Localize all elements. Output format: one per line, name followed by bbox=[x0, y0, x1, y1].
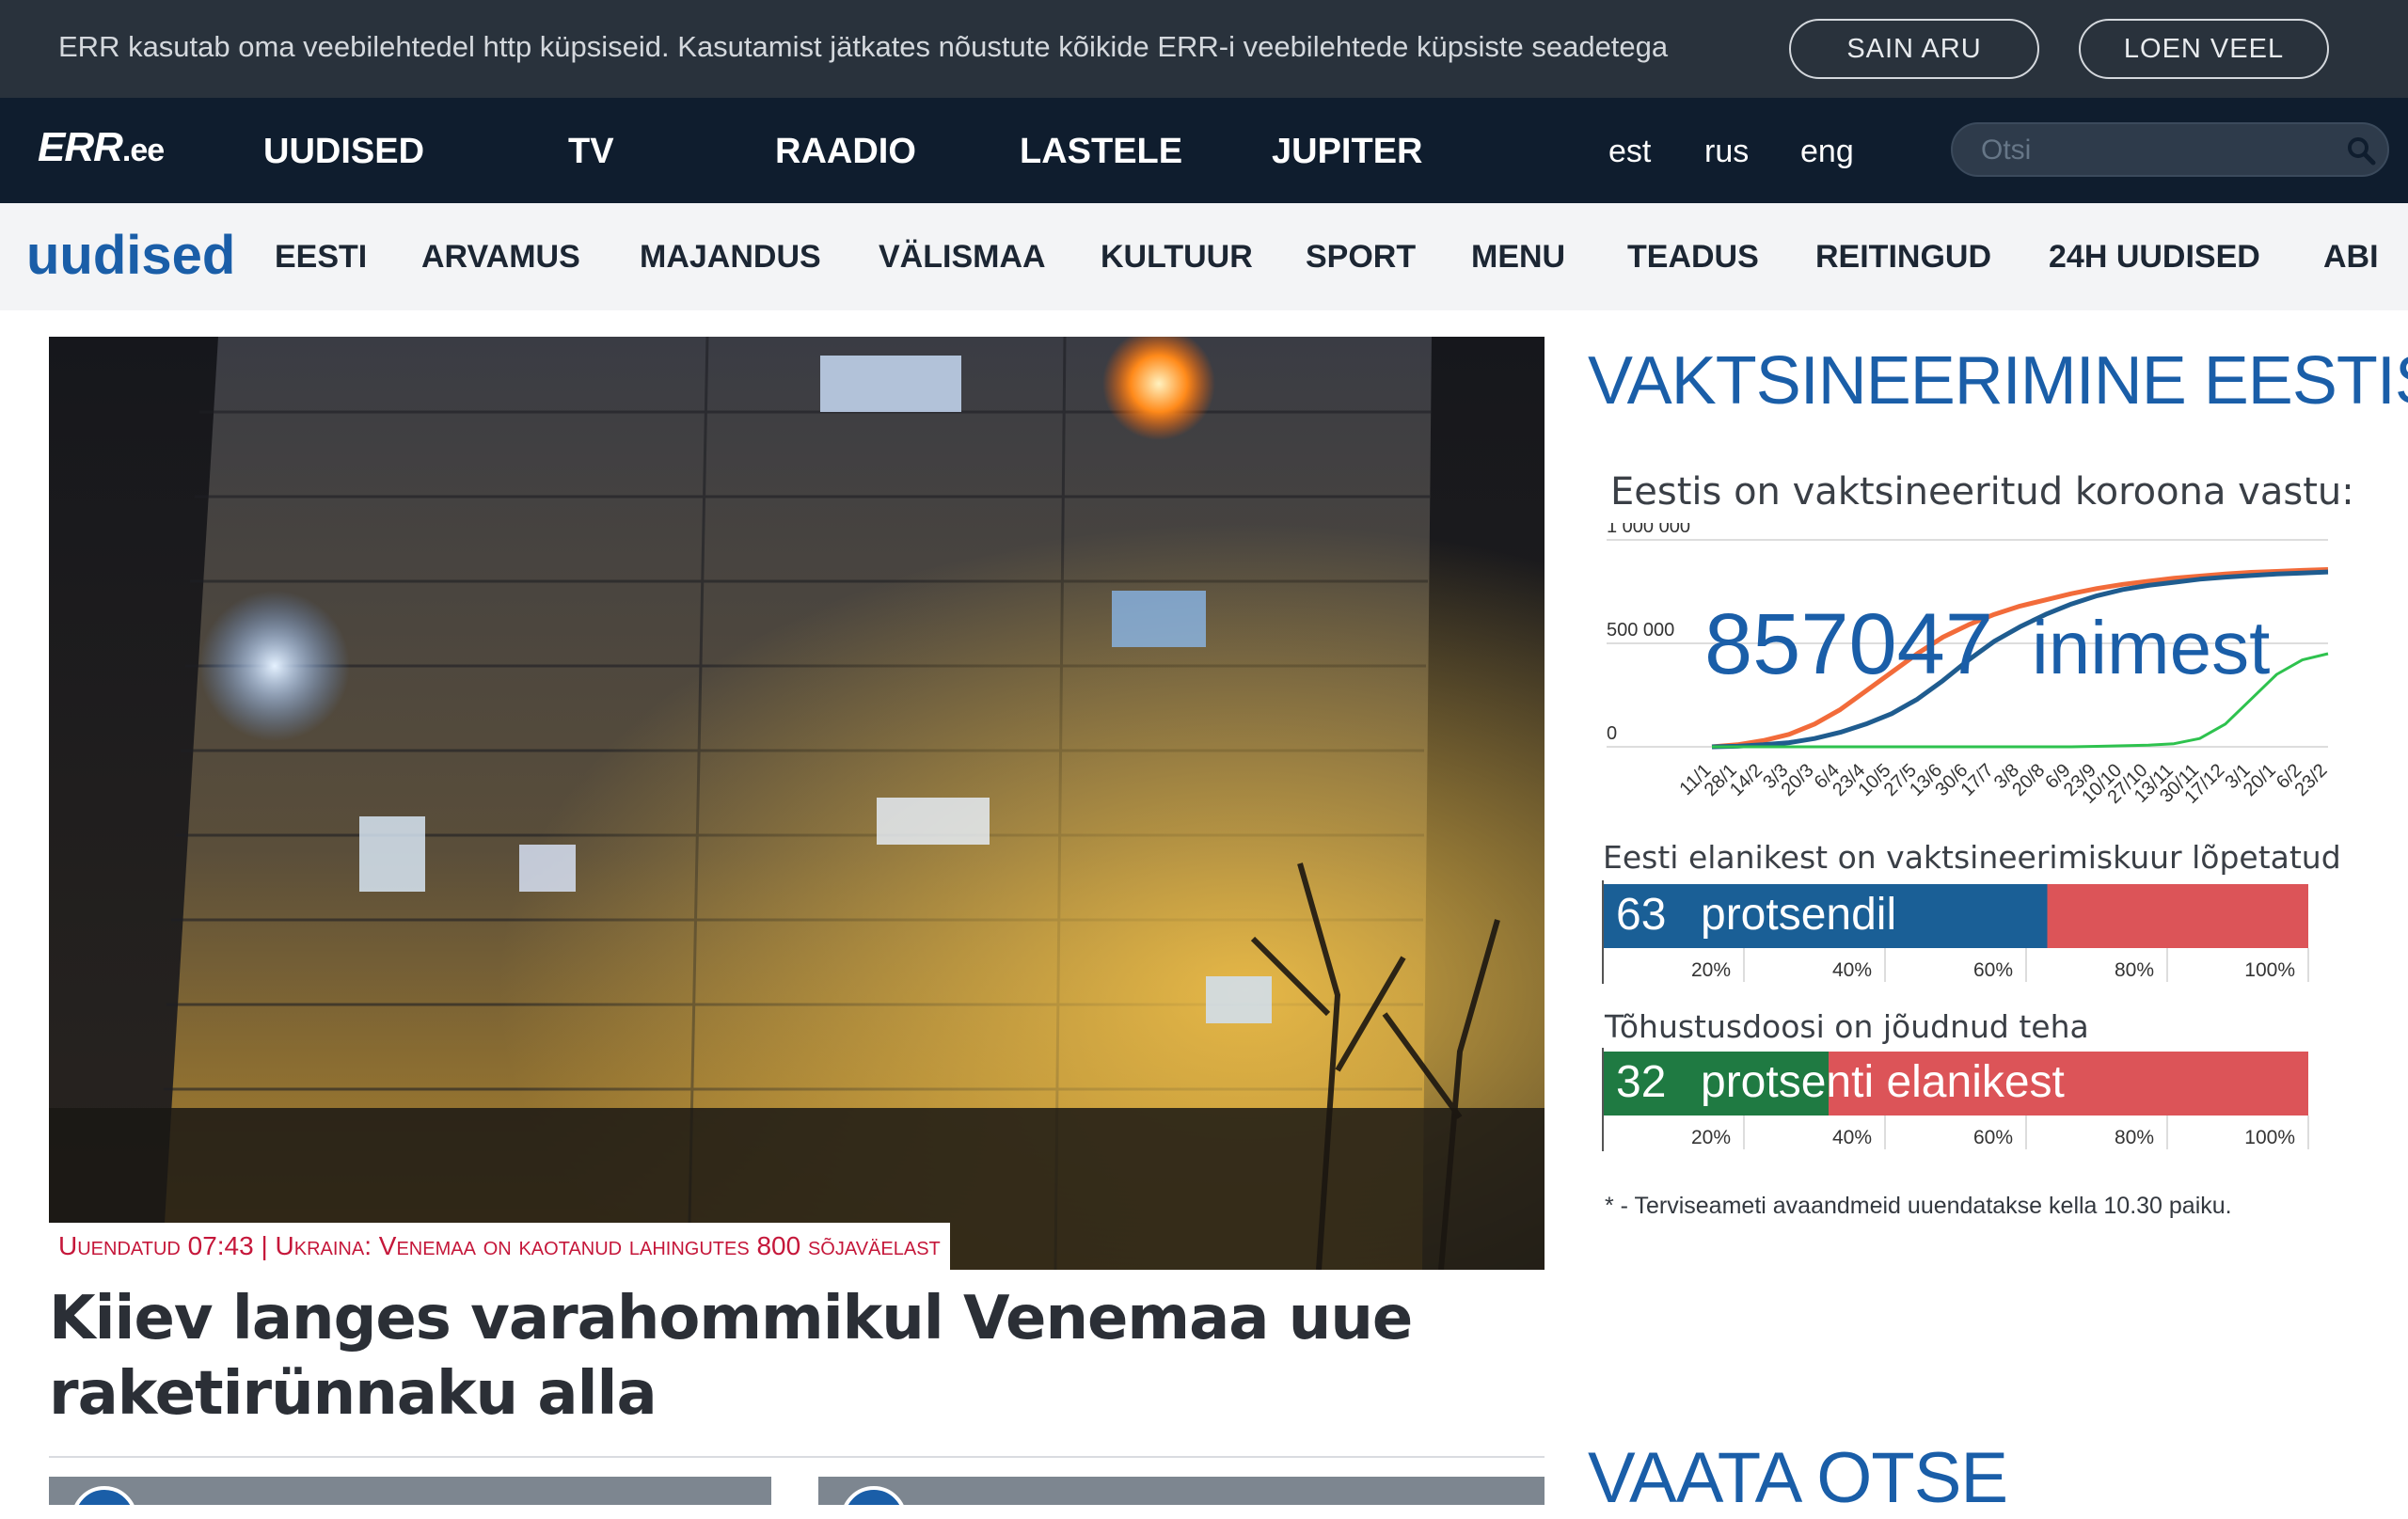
subnav-24h-uudised[interactable]: 24H UUDISED bbox=[2049, 239, 2260, 276]
nav-jupiter[interactable]: JUPITER bbox=[1272, 132, 1422, 172]
bar-unit: protsenti elanikest bbox=[1701, 1057, 2065, 1107]
top-navigation: ERR.ee UUDISED TV RAADIO LASTELE JUPITER… bbox=[0, 98, 2408, 203]
bar-tick-label: 20% bbox=[1691, 959, 1731, 981]
y-tick-label: 0 bbox=[1607, 723, 1617, 744]
search-input[interactable] bbox=[1979, 130, 2327, 171]
subnav-menu[interactable]: MENU bbox=[1471, 239, 1565, 276]
bar-tick-label: 40% bbox=[1832, 1127, 1872, 1148]
hero-tag[interactable]: Uuendatud 07:43 | Ukraina: Venemaa on ka… bbox=[49, 1223, 950, 1270]
bar-value: 32 bbox=[1616, 1057, 1666, 1107]
bar-tick-label: 40% bbox=[1832, 959, 1872, 981]
subnav-eesti[interactable]: EESTI bbox=[275, 239, 367, 276]
bar-tick-label: 100% bbox=[2244, 1127, 2295, 1148]
cookie-read-more-button[interactable]: LOEN VEEL bbox=[2079, 19, 2329, 79]
footnote: * - Terviseameti avaandmeid uuendatakse … bbox=[1605, 1193, 2232, 1219]
hero-headline[interactable]: Kiiev langes varahommikul Venemaa uue ra… bbox=[49, 1281, 1460, 1432]
nav-uudised[interactable]: UUDISED bbox=[263, 132, 424, 172]
bar-value: 63 bbox=[1616, 890, 1666, 940]
vaccinated-unit: inimest bbox=[2032, 606, 2270, 689]
section-navigation: uudised EESTI ARVAMUS MAJANDUS VÄLISMAA … bbox=[0, 203, 2408, 310]
subnav-abi[interactable]: ABI bbox=[2323, 239, 2379, 276]
y-tick-label: 500 000 bbox=[1607, 620, 1674, 641]
y-tick-label: 1 000 000 bbox=[1607, 523, 1690, 537]
booster-dose-bar: 32 protsenti elanikest 20% 40% 60% 80% 100% bbox=[1602, 1048, 2309, 1151]
lang-rus[interactable]: rus bbox=[1704, 134, 1749, 170]
completed-course-bar: 63 protsendil 20% 40% 60% 80% 100% bbox=[1602, 880, 2309, 984]
watch-live-title[interactable]: VAATA OTSE bbox=[1588, 1437, 2008, 1519]
err-logo[interactable]: ERR.ee bbox=[38, 124, 165, 171]
lang-eng[interactable]: eng bbox=[1800, 134, 1854, 170]
bar1-label: Eesti elanikest on vaktsineerimiskuur lõ… bbox=[1603, 839, 2341, 876]
bar2-label: Tõhustusdoosi on jõudnud teha bbox=[1605, 1008, 2089, 1045]
nav-tv[interactable]: TV bbox=[568, 132, 614, 172]
subnav-reitingud[interactable]: REITINGUD bbox=[1815, 239, 1991, 276]
logo-suffix: .ee bbox=[121, 133, 165, 168]
article-thumbnail-1[interactable] bbox=[49, 1477, 771, 1505]
subnav-sport[interactable]: SPORT bbox=[1306, 239, 1416, 276]
section-brand[interactable]: uudised bbox=[26, 224, 235, 287]
search-icon[interactable] bbox=[2344, 134, 2378, 167]
bar-tick-label: 60% bbox=[1973, 1127, 2013, 1148]
article-thumbnail-2[interactable] bbox=[818, 1477, 1545, 1505]
subnav-arvamus[interactable]: ARVAMUS bbox=[421, 239, 580, 276]
bar-unit: protsendil bbox=[1701, 890, 1896, 940]
subnav-valismaa[interactable]: VÄLISMAA bbox=[879, 239, 1046, 276]
vaccination-line-chart: 1 000 000500 000011/128/114/23/320/36/42… bbox=[1607, 523, 2332, 805]
nav-lastele[interactable]: LASTELE bbox=[1020, 132, 1182, 172]
search-box bbox=[1951, 122, 2389, 177]
subnav-teadus[interactable]: TEADUS bbox=[1627, 239, 1759, 276]
hero-image[interactable] bbox=[49, 337, 1545, 1270]
bar-tick-label: 60% bbox=[1973, 959, 2013, 981]
bar-tick-label: 80% bbox=[2115, 1127, 2154, 1148]
vaccination-title[interactable]: VAKTSINEERIMINE EESTIS bbox=[1588, 342, 2408, 419]
nav-raadio[interactable]: RAADIO bbox=[775, 132, 916, 172]
bar-tick-label: 20% bbox=[1691, 1127, 1731, 1148]
thumbnail-badge-icon bbox=[71, 1486, 137, 1505]
subnav-majandus[interactable]: MAJANDUS bbox=[640, 239, 821, 276]
subnav-kultuur[interactable]: KULTUUR bbox=[1101, 239, 1253, 276]
logo-text: ERR bbox=[38, 124, 123, 170]
cookie-banner: ERR kasutab oma veebilehtedel http küpsi… bbox=[0, 0, 2408, 98]
building-night-photo bbox=[49, 337, 1545, 1270]
cookie-message: ERR kasutab oma veebilehtedel http küpsi… bbox=[58, 30, 1669, 63]
divider bbox=[49, 1456, 1545, 1458]
lang-est[interactable]: est bbox=[1608, 134, 1651, 170]
bar-tick-label: 100% bbox=[2244, 959, 2295, 981]
vaccination-subtitle: Eestis on vaktsineeritud koroona vastu: bbox=[1610, 470, 2354, 514]
thumbnail-badge-icon bbox=[841, 1486, 907, 1505]
bar-tick-label: 80% bbox=[2115, 959, 2154, 981]
vaccinated-count: 857047 bbox=[1704, 596, 1993, 692]
cookie-accept-button[interactable]: SAIN ARU bbox=[1789, 19, 2039, 79]
